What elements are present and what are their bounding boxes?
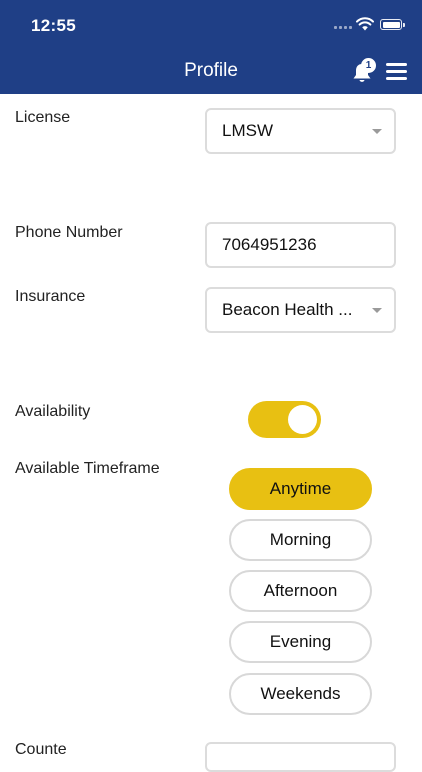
cellular-signal-icon — [334, 23, 354, 29]
license-value: LMSW — [222, 121, 273, 140]
license-select[interactable]: LMSW — [205, 108, 396, 154]
timeframe-option-weekends[interactable]: Weekends — [229, 673, 372, 715]
dropdown-caret-icon — [372, 129, 382, 134]
status-time: 12:55 — [31, 16, 76, 35]
notification-badge: 1 — [361, 58, 376, 73]
phone-number-value: 7064951236 — [222, 235, 317, 254]
available-timeframe-label: Available Timeframe — [15, 460, 160, 477]
next-field-input[interactable] — [205, 742, 396, 772]
availability-toggle[interactable] — [248, 401, 321, 438]
app-header: 12:55 Profile 1 — [0, 0, 422, 94]
battery-icon — [380, 19, 405, 30]
timeframe-option-morning[interactable]: Morning — [229, 519, 372, 561]
next-field-label: Counte — [15, 741, 67, 758]
timeframe-option-afternoon[interactable]: Afternoon — [229, 570, 372, 612]
wifi-icon — [356, 17, 374, 31]
toggle-knob — [288, 405, 317, 434]
hamburger-menu-icon[interactable] — [386, 63, 407, 81]
insurance-label: Insurance — [15, 288, 86, 305]
insurance-select[interactable]: Beacon Health ... — [205, 287, 396, 333]
license-label: License — [15, 109, 71, 126]
phone-number-label: Phone Number — [15, 224, 123, 241]
availability-label: Availability — [15, 403, 91, 420]
dropdown-caret-icon — [372, 308, 382, 313]
timeframe-option-evening[interactable]: Evening — [229, 621, 372, 663]
phone-number-input[interactable]: 7064951236 — [205, 222, 396, 268]
insurance-value: Beacon Health ... — [222, 300, 353, 319]
status-bar: 12:55 — [0, 0, 422, 48]
timeframe-option-anytime[interactable]: Anytime — [229, 468, 372, 510]
